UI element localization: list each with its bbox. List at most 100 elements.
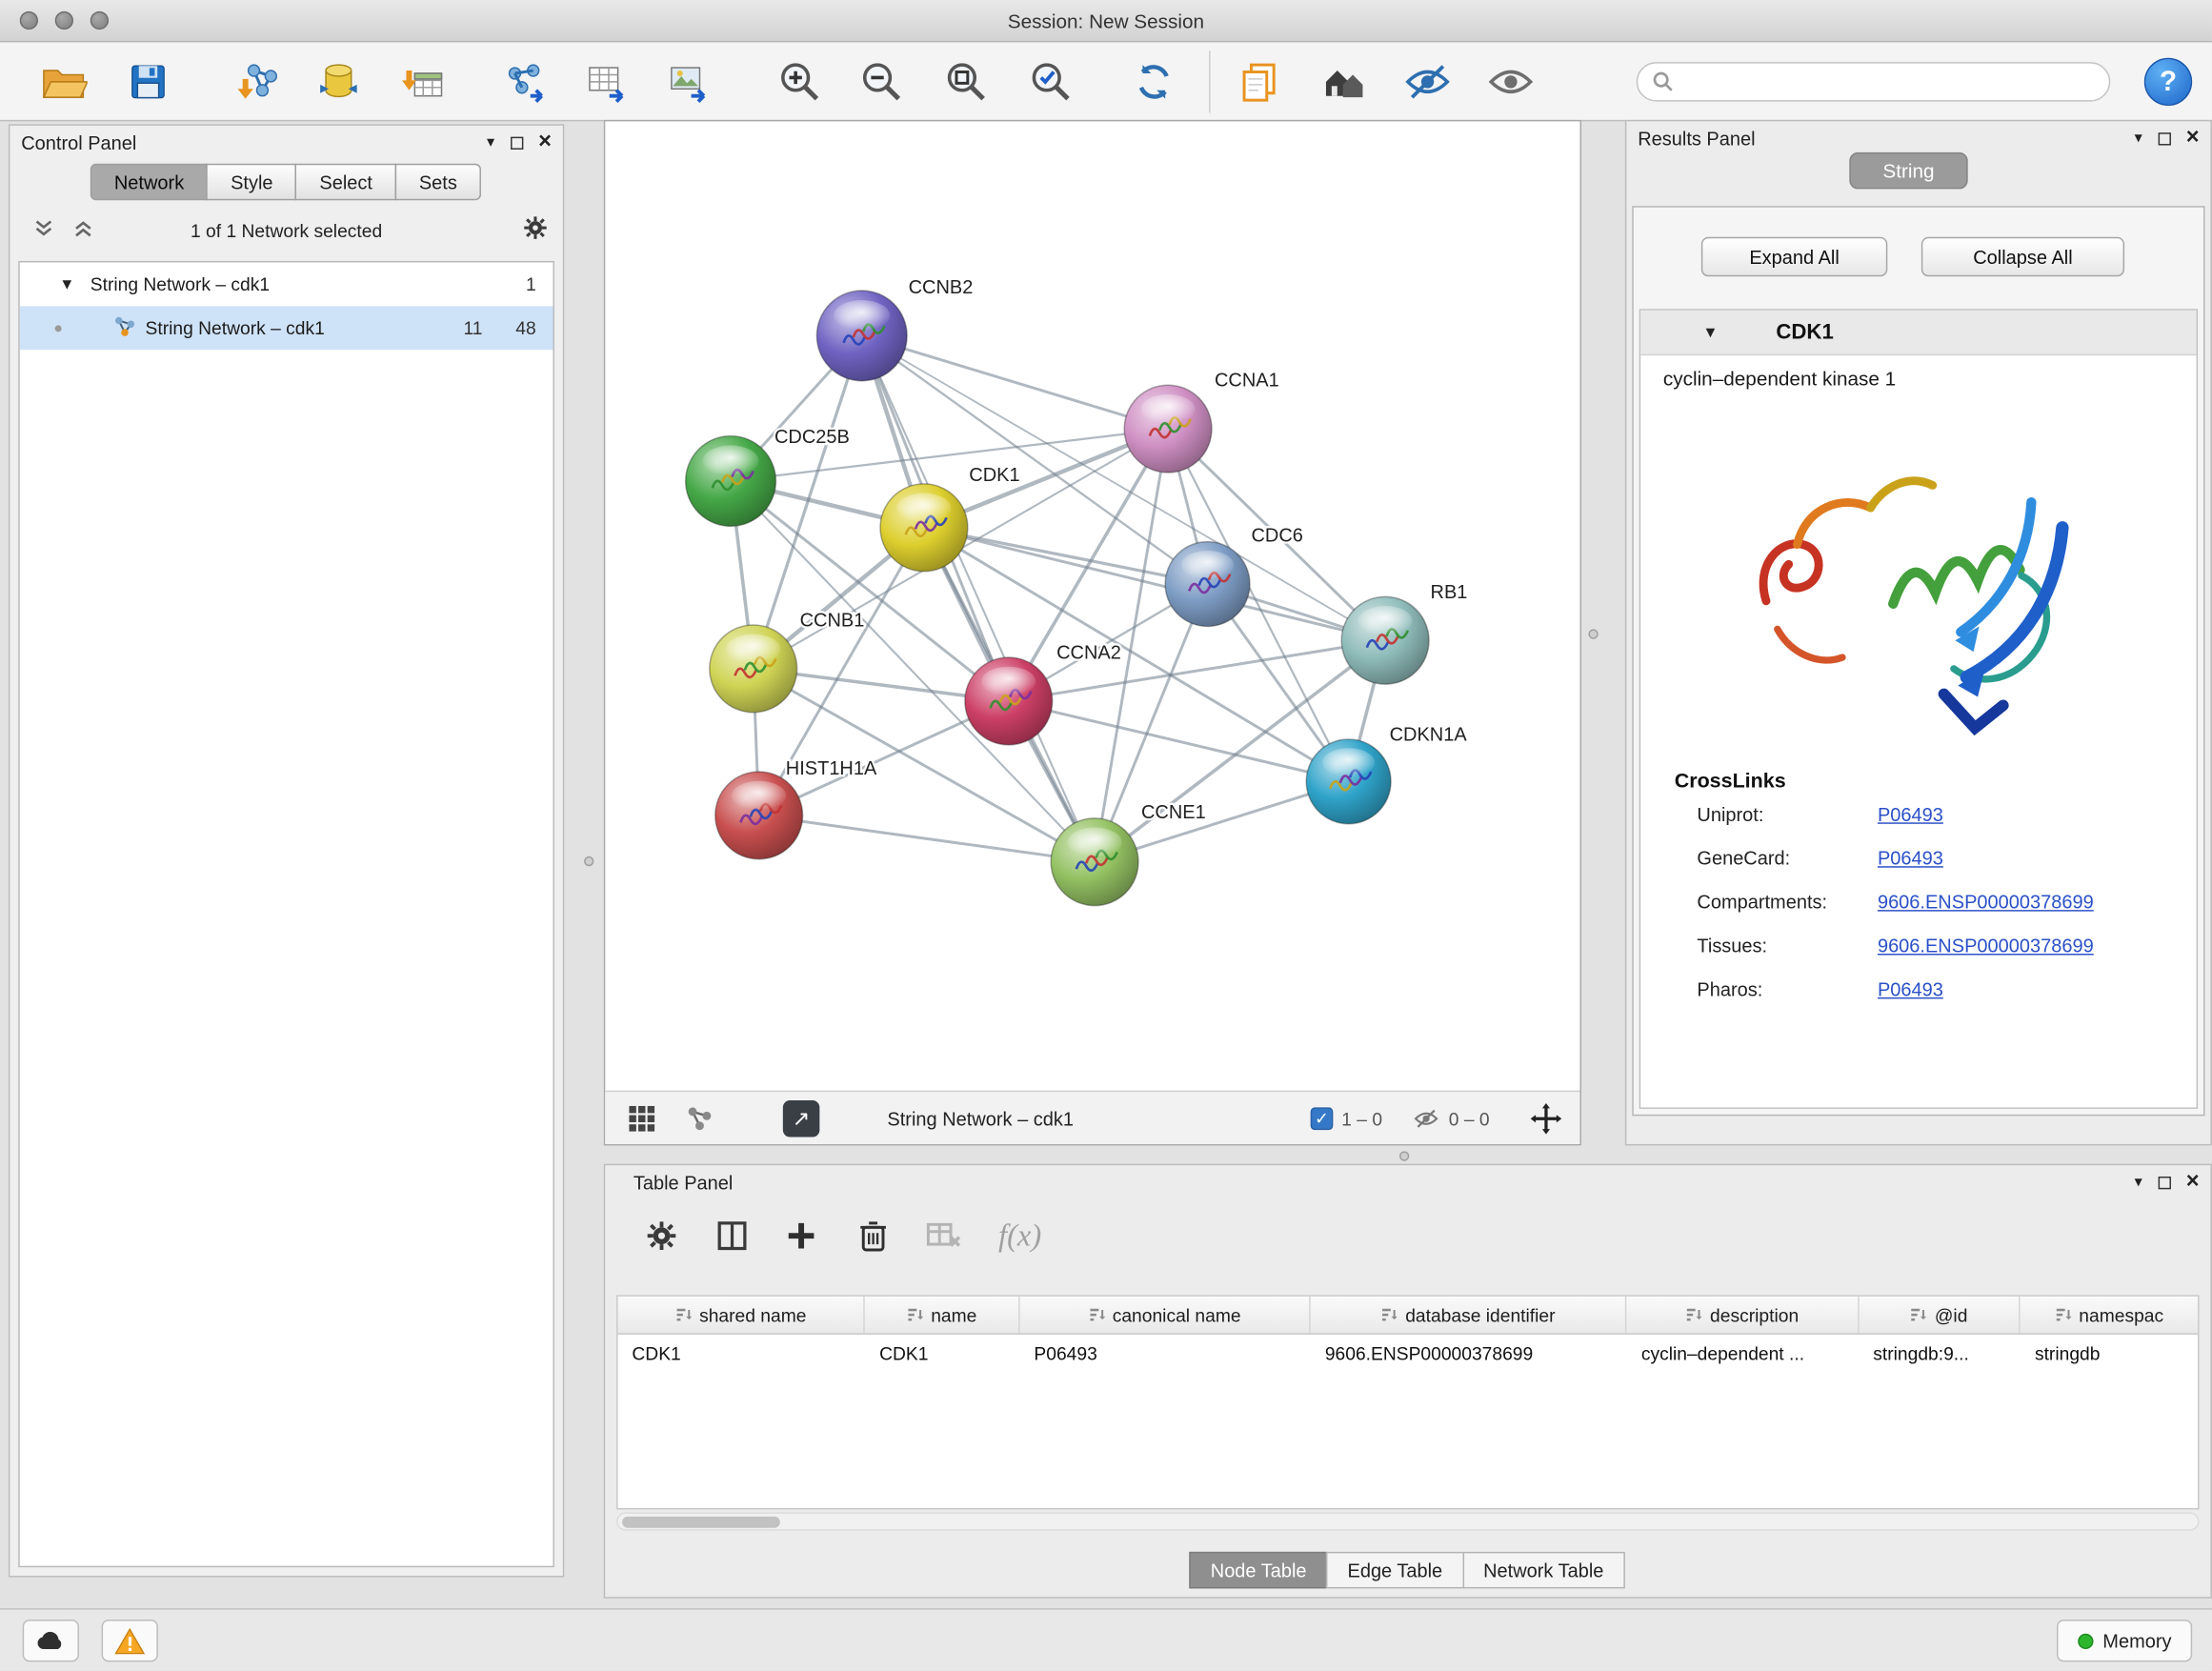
tab-sets[interactable]: Sets (395, 164, 481, 201)
memory-button[interactable]: Memory (2057, 1620, 2192, 1661)
expand-all-button[interactable]: Expand All (1701, 237, 1887, 276)
pan-mode-icon[interactable] (1531, 1092, 1562, 1145)
birdseye-toggle[interactable]: ↗ (783, 1092, 820, 1145)
show-columns-button[interactable] (707, 1211, 757, 1261)
collapse-all-button[interactable]: Collapse All (1921, 237, 2124, 276)
graph-node-CDC6[interactable]: CDC6 (1165, 526, 1303, 627)
crosslink-label: Pharos: (1697, 979, 1762, 1000)
graph-node-label: RB1 (1431, 582, 1468, 603)
export-network-button[interactable] (496, 53, 553, 110)
expand-all-icon[interactable] (72, 216, 95, 243)
selected-nodes-indicator[interactable]: ✓ 1 – 0 (1311, 1092, 1382, 1145)
graph-node-HIST1H1A[interactable]: HIST1H1A (715, 758, 877, 859)
maximize-panel-icon[interactable] (2158, 131, 2170, 144)
protein-structure-image (1735, 404, 2101, 745)
import-network-database-button[interactable] (311, 53, 367, 110)
toolbar-search-field[interactable] (1637, 62, 2111, 101)
hidden-nodes-indicator[interactable]: 0 – 0 (1412, 1092, 1489, 1145)
tab-network[interactable]: Network (90, 164, 209, 201)
help-button[interactable]: ? (2144, 58, 2192, 106)
tab-style[interactable]: Style (207, 164, 297, 201)
delete-column-button[interactable] (848, 1211, 898, 1261)
table-options-button[interactable] (636, 1211, 687, 1261)
cell-id: stringdb:9... (1859, 1343, 2021, 1364)
import-table-button[interactable] (395, 53, 452, 110)
show-all-button[interactable] (1482, 53, 1538, 110)
graph-node-RB1[interactable]: RB1 (1341, 582, 1467, 684)
hide-selected-button[interactable] (1399, 53, 1456, 110)
tab-select[interactable]: Select (295, 164, 396, 201)
scrollbar-thumb[interactable] (622, 1517, 780, 1528)
float-panel-icon[interactable]: ▾ (2135, 131, 2142, 146)
table-panel-title: Table Panel (633, 1172, 733, 1193)
window-minimize-button[interactable] (55, 11, 73, 30)
network-collection-count: 1 (526, 273, 536, 294)
bottom-splitter-handle[interactable] (1399, 1151, 1409, 1160)
crosslink-link[interactable]: P06493 (1878, 848, 1943, 869)
network-row-selected[interactable]: ● String Network – cdk1 11 48 (20, 306, 553, 350)
column-header[interactable]: namespac (2021, 1297, 2198, 1334)
tab-edge-table[interactable]: Edge Table (1326, 1552, 1463, 1589)
network-overview-icon[interactable] (686, 1092, 714, 1145)
network-collection-row[interactable]: ▼ String Network – cdk1 1 (20, 262, 553, 306)
string-results-box: Expand All Collapse All ▼ CDK1 cyclin–de… (1632, 206, 2204, 1116)
graph-node-CDKN1A[interactable]: CDKN1A (1306, 724, 1467, 823)
table-horizontal-scrollbar[interactable] (616, 1512, 2199, 1530)
grid-mode-icon[interactable] (628, 1092, 656, 1145)
copy-button[interactable] (1232, 53, 1288, 110)
zoom-in-button[interactable] (772, 53, 828, 110)
float-panel-icon[interactable]: ▾ (2135, 1175, 2142, 1190)
create-column-button[interactable] (775, 1211, 826, 1261)
graph-node-CCNB2[interactable]: CCNB2 (816, 277, 973, 381)
export-image-icon (666, 59, 711, 104)
save-session-button[interactable] (120, 53, 176, 110)
import-network-file-button[interactable] (230, 53, 286, 110)
graph-node-CCNB1[interactable]: CCNB1 (710, 610, 865, 712)
sort-icon (2055, 1306, 2072, 1323)
search-input[interactable] (1683, 67, 2109, 98)
window-zoom-button[interactable] (90, 11, 109, 30)
collapse-all-icon[interactable] (32, 216, 55, 243)
network-view-title: String Network – cdk1 (887, 1092, 1074, 1145)
close-panel-icon[interactable]: × (2186, 127, 2200, 150)
export-table-button[interactable] (578, 53, 634, 110)
gene-section-header[interactable]: ▼ CDK1 (1640, 311, 2196, 355)
section-collapse-icon[interactable]: ▼ (1702, 324, 1718, 341)
tree-expand-icon[interactable]: ▼ (59, 275, 74, 292)
column-header[interactable]: @id (1859, 1297, 2021, 1334)
refresh-layout-button[interactable] (1126, 53, 1182, 110)
tab-node-table[interactable]: Node Table (1190, 1552, 1328, 1589)
crosslink-link[interactable]: P06493 (1878, 979, 1943, 1000)
warnings-button[interactable] (102, 1620, 158, 1661)
right-splitter-handle[interactable] (1588, 629, 1598, 638)
tab-network-table[interactable]: Network Table (1462, 1552, 1625, 1589)
zoom-selected-button[interactable] (1023, 53, 1079, 110)
open-session-button[interactable] (35, 53, 91, 110)
column-header[interactable]: canonical name (1020, 1297, 1311, 1334)
crosslink-link[interactable]: 9606.ENSP00000378699 (1878, 936, 2094, 956)
cloud-button[interactable] (23, 1620, 79, 1661)
window-close-button[interactable] (20, 11, 38, 30)
graph-node-CCNA1[interactable]: CCNA1 (1124, 371, 1279, 473)
table-row[interactable]: CDK1 CDK1 P06493 9606.ENSP00000378699 cy… (618, 1335, 2198, 1373)
zoom-fit-button[interactable] (938, 53, 995, 110)
float-panel-icon[interactable]: ▾ (487, 134, 494, 150)
network-canvas[interactable]: CCNB2CCNA1CDC25BCDK1CDC6RB1CCNB1CCNA2CDK… (605, 121, 1579, 1090)
show-graphics-details-button[interactable] (1317, 53, 1373, 110)
maximize-panel-icon[interactable] (511, 136, 523, 149)
close-panel-icon[interactable]: × (2186, 1171, 2200, 1194)
network-options-gear-icon[interactable] (522, 214, 549, 246)
crosslink-link[interactable]: P06493 (1878, 804, 1943, 825)
graph-node-CDK1[interactable]: CDK1 (880, 465, 1020, 572)
zoom-out-button[interactable] (854, 53, 910, 110)
column-header[interactable]: database identifier (1311, 1297, 1627, 1334)
column-header[interactable]: name (865, 1297, 1019, 1334)
close-panel-icon[interactable]: × (538, 131, 552, 154)
tab-string[interactable]: String (1849, 152, 1967, 190)
column-header[interactable]: description (1627, 1297, 1859, 1334)
crosslink-link[interactable]: 9606.ENSP00000378699 (1878, 892, 2094, 913)
export-image-button[interactable] (660, 53, 716, 110)
maximize-panel-icon[interactable] (2158, 1176, 2170, 1188)
left-splitter-handle[interactable] (584, 856, 593, 866)
column-header[interactable]: shared name (618, 1297, 866, 1334)
